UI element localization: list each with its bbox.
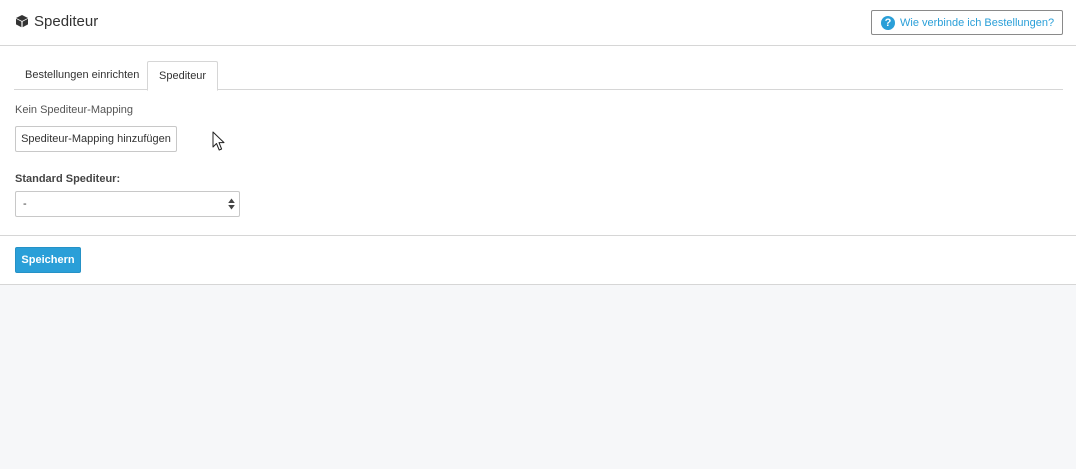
cube-icon xyxy=(16,15,28,28)
mouse-pointer-icon xyxy=(212,131,225,151)
help-connect-orders-button[interactable]: ? Wie verbinde ich Bestellungen? xyxy=(871,10,1063,35)
tab-bar: Bestellungen einrichten Spediteur xyxy=(14,61,1063,91)
sort-arrows-icon xyxy=(228,198,235,210)
question-circle-icon: ? xyxy=(881,15,895,30)
standard-spediteur-label: Standard Spediteur: xyxy=(15,173,121,185)
save-button[interactable]: Speichern xyxy=(15,247,81,273)
tab-bestellungen-einrichten[interactable]: Bestellungen einrichten xyxy=(14,61,150,90)
standard-spediteur-select[interactable]: - xyxy=(15,191,240,217)
no-mapping-text: Kein Spediteur-Mapping xyxy=(15,104,134,116)
select-value: - xyxy=(23,198,27,210)
footer-divider xyxy=(0,235,1076,236)
spediteur-panel: Spediteur ? Wie verbinde ich Bestellunge… xyxy=(0,0,1076,285)
help-button-label: Wie verbinde ich Bestellungen? xyxy=(900,16,1055,29)
add-mapping-button[interactable]: Spediteur-Mapping hinzufügen xyxy=(15,126,177,152)
panel-header: Spediteur ? Wie verbinde ich Bestellunge… xyxy=(0,0,1076,46)
page-title: Spediteur xyxy=(34,13,99,30)
tab-spediteur[interactable]: Spediteur xyxy=(147,61,219,91)
